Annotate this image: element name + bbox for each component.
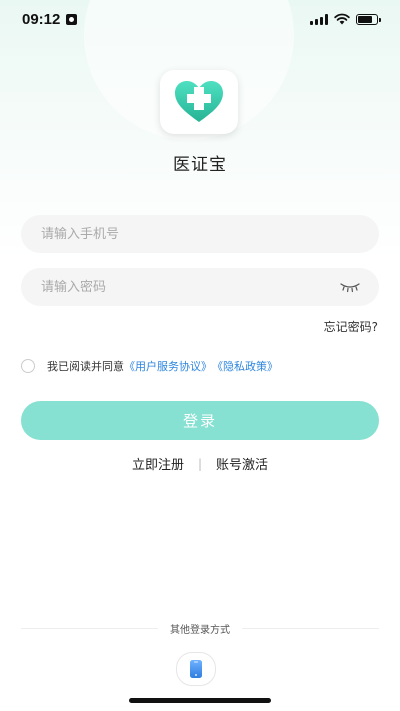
heart-cross-icon bbox=[175, 81, 223, 122]
battery-icon bbox=[356, 13, 381, 25]
status-bar: 09:12 bbox=[0, 0, 400, 38]
agreement-prefix: 我已阅读并同意 bbox=[47, 360, 124, 373]
other-login-label: 其他登录方式 bbox=[170, 624, 230, 636]
status-left: 09:12 bbox=[22, 10, 78, 28]
app-logo bbox=[160, 70, 238, 134]
register-link[interactable]: 立即注册 bbox=[132, 454, 184, 473]
status-right bbox=[310, 13, 381, 25]
phone-login-button[interactable] bbox=[176, 652, 216, 686]
status-time: 09:12 bbox=[22, 10, 61, 28]
privacy-policy-link[interactable]: 《隐私政策》 bbox=[212, 358, 278, 374]
phone-field[interactable] bbox=[21, 215, 379, 253]
app-name: 医证宝 bbox=[173, 155, 227, 175]
password-input[interactable] bbox=[39, 278, 339, 296]
cellular-signal-icon bbox=[310, 13, 328, 25]
user-agreement-link[interactable]: 《用户服务协议》 bbox=[124, 358, 212, 374]
password-field[interactable] bbox=[21, 268, 379, 306]
person-badge-icon bbox=[66, 13, 78, 25]
activate-account-link[interactable]: 账号激活 bbox=[216, 454, 268, 473]
home-indicator bbox=[129, 698, 271, 703]
divider-line-right bbox=[242, 627, 379, 629]
divider-line-left bbox=[21, 627, 158, 629]
agreement-row: 我已阅读并同意 《用户服务协议》 《隐私政策》 bbox=[21, 358, 278, 374]
links-separator: | bbox=[197, 456, 203, 471]
eye-closed-icon[interactable] bbox=[339, 281, 361, 293]
mobile-phone-icon bbox=[190, 660, 202, 678]
agreement-checkbox[interactable] bbox=[21, 359, 35, 373]
wifi-icon bbox=[334, 13, 350, 25]
login-button[interactable]: 登录 bbox=[21, 401, 379, 440]
other-login-divider: 其他登录方式 bbox=[21, 620, 379, 636]
phone-input[interactable] bbox=[39, 225, 361, 243]
battery-fill bbox=[358, 15, 373, 23]
forgot-password-link[interactable]: 忘记密码? bbox=[324, 318, 378, 335]
account-links: 立即注册 | 账号激活 bbox=[0, 454, 400, 474]
